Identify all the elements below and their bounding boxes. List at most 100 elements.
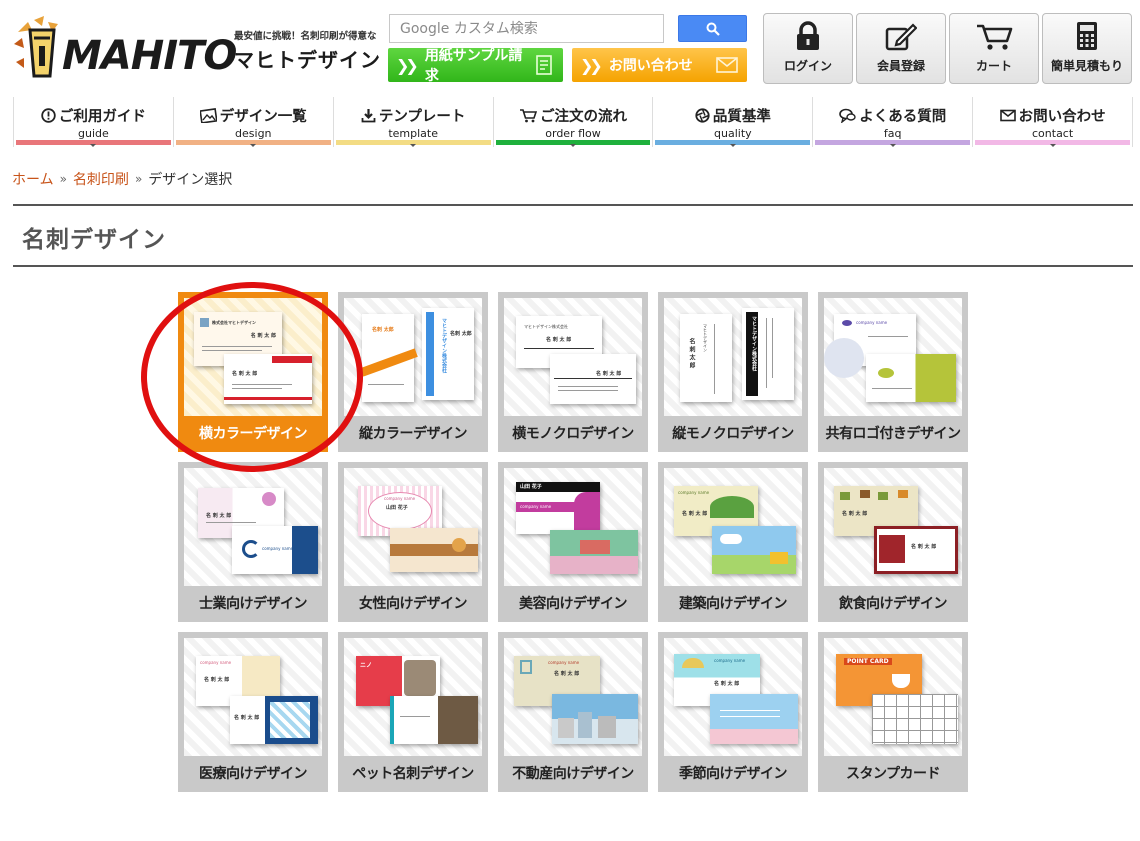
nav-label: お問い合わせ bbox=[1018, 109, 1106, 125]
breadcrumb-home-link[interactable]: ホーム bbox=[12, 169, 54, 189]
card-back: 名 刺 太 郎 bbox=[230, 696, 318, 744]
contact-banner[interactable]: ❯❯ お問い合わせ bbox=[572, 48, 747, 82]
card-back bbox=[866, 354, 956, 402]
design-tile-label: 横カラーデザイン bbox=[199, 426, 308, 442]
design-tile-shared-logo[interactable]: company name 共有ロゴ付きデザイン bbox=[818, 292, 968, 452]
nav-label: デザイン一覧 bbox=[219, 109, 307, 125]
design-thumbnail: company name 山田 花子 bbox=[344, 468, 482, 586]
register-button[interactable]: 会員登録 bbox=[856, 13, 946, 84]
card-back bbox=[872, 694, 958, 744]
design-tile-yoko-color[interactable]: 株式会社マヒトデザイン 名 刺 太 郎 名 刺 太 郎 横カラーデザイン bbox=[178, 292, 328, 452]
design-tile-seasonal[interactable]: company name 名 刺 太 郎 季節向けデザイン bbox=[658, 632, 808, 792]
card-back: company name bbox=[232, 526, 318, 574]
design-tile-stamp-card[interactable]: POINT CARD スタンプカード bbox=[818, 632, 968, 792]
breadcrumb-parent-link[interactable]: 名刺印刷 bbox=[73, 169, 129, 189]
design-tile-female[interactable]: company name 山田 花子 女性向けデザイン bbox=[338, 462, 488, 622]
design-thumbnail: 株式会社マヒトデザイン 名 刺 太 郎 名 刺 太 郎 bbox=[184, 298, 322, 416]
calculator-icon bbox=[1077, 22, 1097, 50]
card-back: 名 刺 太 郎 bbox=[874, 526, 958, 574]
card-back bbox=[550, 530, 638, 574]
double-arrow-icon: ❯❯ bbox=[580, 55, 603, 75]
caret-down-icon bbox=[729, 144, 736, 147]
card-front: 名刺 太郎 bbox=[360, 314, 418, 402]
caret-down-icon bbox=[570, 144, 576, 147]
design-tile-professional[interactable]: 名 刺 太 郎 company name 士業向けデザイン bbox=[178, 462, 328, 622]
nav-order-flow[interactable]: ご注文の流れ order flow bbox=[492, 97, 653, 147]
design-tile-label: 縦カラーデザイン bbox=[359, 426, 468, 442]
design-tile-pet[interactable]: ニノ ペット名刺デザイン bbox=[338, 632, 488, 792]
design-tile-real-estate[interactable]: company name 名 刺 太 郎 不動産向けデザイン bbox=[498, 632, 648, 792]
login-button[interactable]: ログイン bbox=[763, 13, 853, 84]
design-tile-label: 医療向けデザイン bbox=[199, 766, 308, 782]
search-button[interactable] bbox=[678, 15, 747, 42]
cart-icon bbox=[520, 109, 537, 123]
site-logo[interactable]: MAHITO 最安値に挑戦！名刺印刷が得意な マヒトデザイン bbox=[12, 14, 380, 84]
cart-button[interactable]: カート bbox=[949, 13, 1039, 84]
download-icon bbox=[361, 109, 376, 123]
estimate-label: 簡単見積もり bbox=[1050, 59, 1123, 73]
design-tile-tate-color[interactable]: 名刺 太郎 マヒトデザイン株式会社 名刺 太郎 縦カラーデザイン bbox=[338, 292, 488, 452]
nav-label: テンプレート bbox=[378, 109, 466, 125]
design-tile-construction[interactable]: company name 名 刺 太 郎 建築向けデザイン bbox=[658, 462, 808, 622]
aperture-icon bbox=[695, 108, 710, 123]
logo-name: マヒトデザイン bbox=[234, 48, 381, 72]
design-tile-label: 共有ロゴ付きデザイン bbox=[825, 426, 962, 442]
caret-down-icon bbox=[250, 144, 257, 147]
nav-quality[interactable]: 品質基準 quality bbox=[652, 97, 812, 147]
caret-down-icon bbox=[90, 144, 97, 147]
design-tile-yoko-mono[interactable]: マヒトデザイン株式会社 名 刺 太 郎 名 刺 太 郎 横モノクロデザイン bbox=[498, 292, 648, 452]
logo-catchphrase: 最安値に挑戦！名刺印刷が得意な bbox=[234, 31, 377, 42]
design-tile-label: 不動産向けデザイン bbox=[512, 766, 634, 782]
design-tile-beauty[interactable]: 山田 花子 company name 美容向けデザイン bbox=[498, 462, 648, 622]
nav-sublabel: guide bbox=[78, 127, 109, 140]
design-tile-label: 女性向けデザイン bbox=[359, 596, 468, 612]
sample-request-banner[interactable]: ❯❯ 用紙サンプル請求 bbox=[388, 48, 563, 84]
design-thumbnail: company name 名 刺 太 郎 bbox=[504, 638, 642, 756]
design-tile-label: 縦モノクロデザイン bbox=[672, 426, 794, 442]
design-thumbnail: ニノ bbox=[344, 638, 482, 756]
edit-icon bbox=[885, 23, 917, 51]
nav-label: ご注文の流れ bbox=[540, 109, 627, 125]
design-thumbnail: 名 刺 太 郎 名 刺 太 郎 bbox=[824, 468, 962, 586]
nav-sublabel: quality bbox=[714, 127, 752, 140]
cart-label: カート bbox=[975, 59, 1012, 73]
estimate-button[interactable]: 簡単見積もり bbox=[1042, 13, 1132, 84]
design-thumbnail: マヒトデザイン株式会社 名 刺 太 郎 名 刺 太 郎 bbox=[504, 298, 642, 416]
banner-label: お問い合わせ bbox=[608, 58, 693, 74]
card-back bbox=[710, 694, 798, 744]
card-back: マヒトデザイン株式会社 bbox=[742, 308, 794, 400]
title-bottom-rule bbox=[13, 265, 1133, 267]
card-back: 名 刺 太 郎 bbox=[224, 354, 312, 404]
card-front: マヒトデザイン 名 刺 太 郎 bbox=[680, 314, 732, 402]
card-front: 山田 花子 company name bbox=[516, 482, 600, 534]
mail-icon bbox=[999, 109, 1016, 122]
design-tile-label: 建築向けデザイン bbox=[679, 596, 788, 612]
design-thumbnail: マヒトデザイン 名 刺 太 郎 マヒトデザイン株式会社 bbox=[664, 298, 802, 416]
design-tile-label: 美容向けデザイン bbox=[519, 596, 628, 612]
nav-template[interactable]: テンプレート template bbox=[332, 97, 493, 147]
design-thumbnail: company name 名 刺 太 郎 bbox=[664, 638, 802, 756]
nav-design[interactable]: デザイン一覧 design bbox=[172, 97, 333, 147]
search-icon bbox=[706, 22, 720, 36]
info-icon bbox=[41, 108, 56, 123]
register-label: 会員登録 bbox=[876, 59, 925, 73]
title-top-rule bbox=[13, 204, 1133, 206]
design-thumbnail: company name 名 刺 太 郎 名 刺 太 郎 bbox=[184, 638, 322, 756]
nav-guide[interactable]: ご利用ガイド guide bbox=[13, 97, 173, 147]
design-thumbnail: POINT CARD bbox=[824, 638, 962, 756]
design-tile-medical[interactable]: company name 名 刺 太 郎 名 刺 太 郎 医療向けデザイン bbox=[178, 632, 328, 792]
design-tile-food[interactable]: 名 刺 太 郎 名 刺 太 郎 飲食向けデザイン bbox=[818, 462, 968, 622]
nav-faq[interactable]: よくある質問 faq bbox=[812, 97, 972, 147]
design-tile-tate-mono[interactable]: マヒトデザイン 名 刺 太 郎 マヒトデザイン株式会社 縦モノクロデザイン bbox=[658, 292, 808, 452]
nav-sublabel: design bbox=[235, 127, 272, 140]
design-tile-label: 飲食向けデザイン bbox=[839, 596, 948, 612]
nav-sublabel: faq bbox=[883, 127, 902, 140]
design-thumbnail: company name bbox=[824, 298, 962, 416]
breadcrumb-separator: » bbox=[59, 172, 67, 186]
card-back: マヒトデザイン株式会社 名刺 太郎 bbox=[422, 308, 474, 400]
nav-label: ご利用ガイド bbox=[58, 109, 146, 125]
card-back bbox=[712, 526, 796, 574]
search-input[interactable] bbox=[389, 14, 664, 43]
nav-contact[interactable]: お問い合わせ contact bbox=[972, 97, 1134, 147]
design-tile-label: 横モノクロデザイン bbox=[512, 426, 634, 442]
